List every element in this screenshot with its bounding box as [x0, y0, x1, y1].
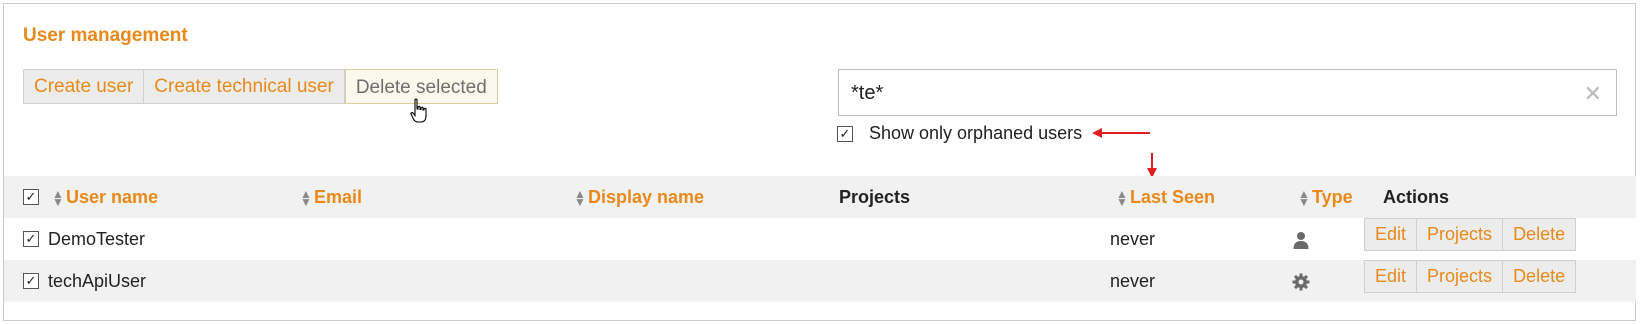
- sort-icon: ▲ ▼: [1298, 187, 1310, 210]
- column-email-label: Email: [314, 187, 363, 207]
- sort-icon: ▲ ▼: [1116, 187, 1128, 210]
- gear-icon: [1292, 273, 1310, 291]
- search-value: *te*: [851, 82, 884, 104]
- table-row: ✓ DemoTester never Edit Projects Delete: [4, 218, 1636, 260]
- user-name-cell: techApiUser: [48, 271, 147, 291]
- select-all-checkbox[interactable]: ✓: [23, 189, 39, 205]
- create-user-button[interactable]: Create user: [24, 70, 145, 103]
- search-input[interactable]: *te* ✕: [838, 69, 1617, 116]
- projects-button[interactable]: Projects: [1417, 219, 1504, 250]
- edit-button[interactable]: Edit: [1365, 219, 1418, 250]
- column-display-name-label: Display name: [588, 187, 705, 207]
- page-title: User management: [23, 25, 188, 46]
- projects-button[interactable]: Projects: [1417, 261, 1504, 292]
- create-technical-user-button[interactable]: Create technical user: [144, 70, 345, 103]
- person-icon: [1293, 232, 1309, 249]
- delete-button[interactable]: Delete: [1503, 261, 1575, 292]
- sort-icon: ▲ ▼: [52, 187, 64, 210]
- column-projects: Projects: [839, 187, 911, 207]
- edit-button[interactable]: Edit: [1365, 261, 1418, 292]
- row-checkbox[interactable]: ✓: [23, 231, 39, 247]
- column-type-label: Type: [1312, 187, 1353, 207]
- column-display-name[interactable]: ▲ ▼ Display name: [574, 176, 704, 218]
- close-icon[interactable]: ✕: [1584, 81, 1602, 107]
- orphaned-label: Show only orphaned users: [869, 123, 1083, 143]
- column-user-name[interactable]: ▲ ▼ User name: [52, 176, 158, 218]
- row-checkbox[interactable]: ✓: [23, 273, 39, 289]
- column-type[interactable]: ▲ ▼ Type: [1298, 176, 1353, 218]
- sort-icon: ▲ ▼: [574, 187, 586, 210]
- column-last-seen-label: Last Seen: [1130, 187, 1216, 207]
- column-email[interactable]: ▲ ▼ Email: [300, 176, 362, 218]
- sort-icon: ▲ ▼: [300, 187, 312, 210]
- user-name-cell: DemoTester: [48, 229, 146, 249]
- table-header: ✓ ▲ ▼ User name ▲ ▼ Email ▲ ▼ Display name Pro…: [4, 176, 1636, 218]
- table-row: ✓ techApiUser never Edit Projects Delete: [4, 260, 1636, 302]
- column-user-name-label: User name: [66, 187, 159, 207]
- delete-button[interactable]: Delete: [1503, 219, 1575, 250]
- row-actions: Edit Projects Delete: [1364, 260, 1577, 293]
- last-seen-cell: never: [1110, 271, 1156, 291]
- column-actions: Actions: [1383, 187, 1450, 207]
- column-last-seen[interactable]: ▲ ▼ Last Seen: [1116, 176, 1215, 218]
- row-actions: Edit Projects Delete: [1364, 218, 1577, 251]
- orphaned-filter: ✓ Show only orphaned users: [837, 123, 1082, 144]
- orphaned-checkbox[interactable]: ✓: [837, 125, 853, 142]
- hand-cursor-icon: [410, 98, 427, 123]
- last-seen-cell: never: [1110, 229, 1156, 249]
